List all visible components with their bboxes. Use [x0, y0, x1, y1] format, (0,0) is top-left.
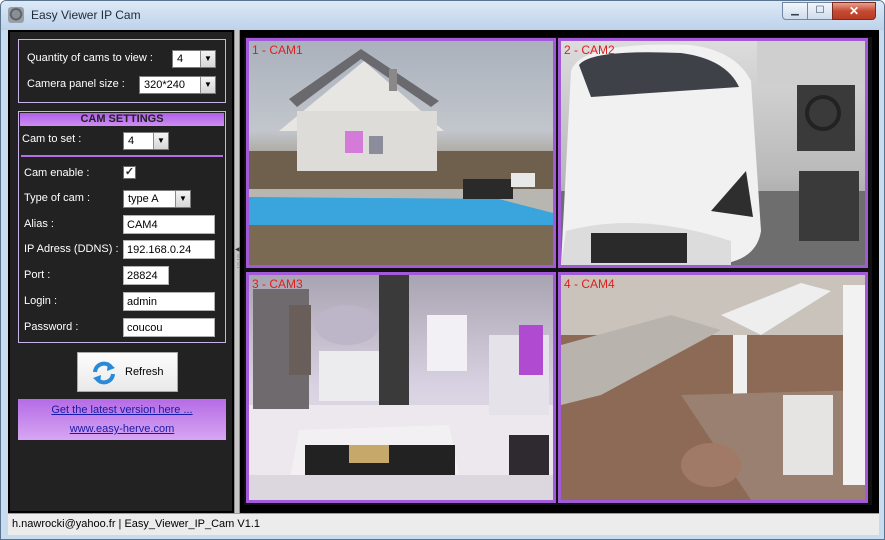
cams-quantity-select[interactable]: 4 ▼ [172, 50, 216, 68]
cam-to-set-label: Cam to set : [22, 133, 82, 145]
status-bar: h.nawrocki@yahoo.fr | Easy_Viewer_IP_Cam… [8, 513, 879, 535]
camera-label: 3 - CAM3 [252, 277, 303, 291]
cam-enable-checkbox[interactable]: ✓ [123, 166, 136, 179]
app-window: Easy Viewer IP Cam ▁ ☐ ✕ Quantity of cam… [0, 0, 885, 540]
password-label: Password : [24, 321, 79, 333]
chevron-down-icon[interactable]: ▼ [153, 133, 168, 149]
links-panel: Get the latest version here ... www.easy… [18, 399, 226, 440]
refresh-icon [93, 361, 115, 385]
cam-type-label: Type of cam : [24, 192, 91, 204]
port-label: Port : [24, 269, 51, 281]
splitter-grip-icon[interactable]: ◀ ⋮ ⋮ [235, 246, 241, 286]
ip-address-label: IP Adress (DDNS) : [24, 243, 119, 255]
login-field[interactable]: admin [123, 292, 215, 311]
camera-label: 4 - CAM4 [564, 277, 615, 291]
close-button[interactable]: ✕ [832, 2, 876, 20]
camera-feed-image [561, 41, 865, 265]
alias-field[interactable]: CAM4 [123, 215, 215, 234]
cams-quantity-value: 4 [177, 53, 184, 65]
alias-label: Alias : [24, 218, 54, 230]
minimize-button[interactable]: ▁ [782, 2, 808, 20]
camera-panel-4[interactable]: 4 - CAM4 [558, 272, 868, 503]
password-field[interactable]: coucou [123, 318, 215, 337]
view-settings-panel: Quantity of cams to view : 4 ▼ Camera pa… [18, 39, 226, 103]
cam-enable-label: Cam enable : [24, 167, 90, 179]
cams-quantity-label: Quantity of cams to view : [27, 52, 153, 64]
window-title: Easy Viewer IP Cam [31, 8, 141, 22]
panel-splitter[interactable]: ◀ ⋮ ⋮ [234, 30, 241, 513]
camera-panel-2[interactable]: 2 - CAM2 [558, 38, 868, 268]
cam-settings-header: CAM SETTINGS [20, 113, 224, 126]
camera-icon [8, 7, 24, 23]
camera-feed-image [249, 49, 553, 265]
cam-settings-panel: CAM SETTINGS Cam to set : 4 ▼ Cam enable… [18, 111, 226, 343]
client-area: Quantity of cams to view : 4 ▼ Camera pa… [8, 30, 879, 513]
camera-panel-1[interactable]: 1 - CAM1 [246, 38, 556, 268]
divider [21, 155, 223, 157]
title-bar[interactable]: Easy Viewer IP Cam ▁ ☐ ✕ [1, 1, 884, 30]
maximize-button[interactable]: ☐ [807, 2, 833, 20]
camera-label: 1 - CAM1 [252, 43, 303, 57]
camera-grid: 1 - CAM1 2 - CAM2 3 - CAM3 4 - CAM4 [244, 37, 872, 505]
website-link[interactable]: www.easy-herve.com [18, 423, 226, 435]
chevron-down-icon[interactable]: ▼ [200, 51, 215, 67]
panel-size-select[interactable]: 320*240 ▼ [139, 76, 216, 94]
port-field[interactable]: 28824 [123, 266, 169, 285]
cam-type-select[interactable]: type A ▼ [123, 190, 191, 208]
login-label: Login : [24, 295, 58, 307]
settings-sidebar: Quantity of cams to view : 4 ▼ Camera pa… [10, 32, 232, 511]
camera-label: 2 - CAM2 [564, 43, 615, 57]
status-text: h.nawrocki@yahoo.fr | Easy_Viewer_IP_Cam… [12, 518, 260, 530]
camera-panel-3[interactable]: 3 - CAM3 [246, 272, 556, 503]
camera-feed-image [249, 275, 553, 500]
panel-size-label: Camera panel size : [27, 78, 125, 90]
chevron-down-icon[interactable]: ▼ [175, 191, 190, 207]
panel-size-value: 320*240 [144, 79, 185, 91]
ip-address-field[interactable]: 192.168.0.24 [123, 240, 215, 259]
refresh-button[interactable]: Refresh [77, 352, 178, 392]
camera-feed-image [561, 275, 865, 500]
refresh-label: Refresh [125, 366, 164, 378]
cam-to-set-value: 4 [128, 135, 135, 147]
cam-to-set-select[interactable]: 4 ▼ [123, 132, 169, 150]
chevron-down-icon[interactable]: ▼ [200, 77, 215, 93]
cam-type-value: type A [128, 193, 159, 205]
latest-version-link[interactable]: Get the latest version here ... [18, 404, 226, 416]
